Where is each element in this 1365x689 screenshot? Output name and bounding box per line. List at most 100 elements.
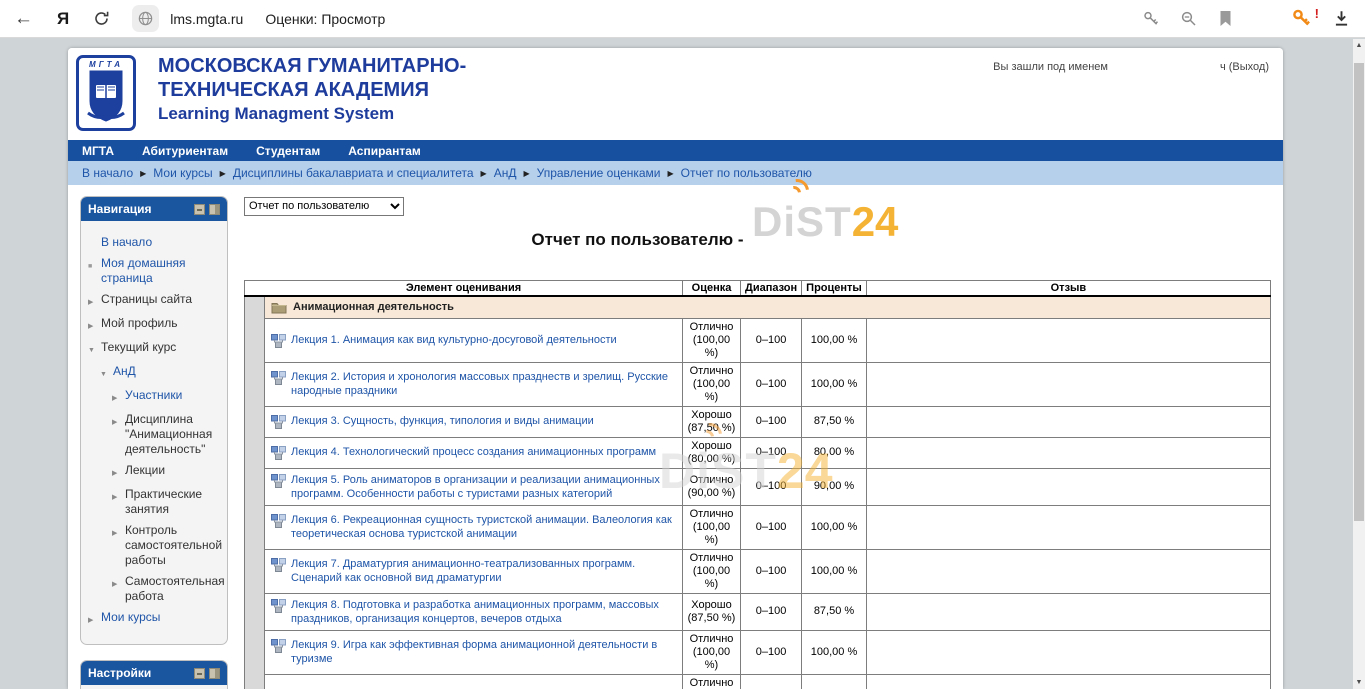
grade-item-link[interactable]: Лекция 8. Подготовка и разработка анимац… bbox=[291, 598, 676, 626]
scroll-up-arrow-icon[interactable]: ▲ bbox=[1353, 39, 1365, 52]
navbar-item[interactable]: Абитуриентам bbox=[142, 144, 228, 158]
feedback-cell bbox=[866, 549, 1270, 593]
password-alert-extension-icon[interactable]: ! bbox=[1291, 8, 1312, 29]
chevron-right-icon[interactable]: ▶ bbox=[88, 610, 101, 628]
chevron-down-icon[interactable]: ▼ bbox=[88, 340, 101, 358]
grade-item-link[interactable]: Лекция 5. Роль аниматоров в организации … bbox=[291, 473, 676, 501]
chevron-right-icon[interactable]: ▶ bbox=[88, 292, 101, 310]
navigation-block: Навигация В начало■Моя домашняя страница… bbox=[80, 196, 228, 645]
chevron-right-icon[interactable]: ▶ bbox=[88, 316, 101, 334]
grade-item-link[interactable]: Лекция 2. История и хронология массовых … bbox=[291, 370, 676, 398]
chevron-right-icon[interactable]: ▶ bbox=[112, 463, 125, 481]
breadcrumb-item[interactable]: АнД bbox=[494, 166, 517, 180]
breadcrumb-item[interactable]: Дисциплины бакалавриата и специалитета bbox=[233, 166, 474, 180]
chevron-right-icon[interactable]: ▶ bbox=[112, 412, 125, 457]
breadcrumb: В начало▶Мои курсы▶Дисциплины бакалавриа… bbox=[68, 161, 1283, 185]
sidebar-item[interactable]: ▶Самостоятельная работа bbox=[112, 574, 223, 604]
breadcrumb-item[interactable]: Отчет по пользователю bbox=[681, 166, 812, 180]
sidebar-item[interactable]: ▶Практические занятия bbox=[112, 487, 223, 517]
block-collapse-icon[interactable] bbox=[194, 204, 205, 215]
grade-cell: Отлично(90,00 %) bbox=[683, 468, 741, 505]
grade-item-link[interactable]: Лекция 7. Драматургия анимационно-театра… bbox=[291, 557, 676, 585]
grade-item-row: Лекция 3. Сущность, функция, типология и… bbox=[245, 406, 1271, 437]
site-header: МГТА МОСКОВСКАЯ ГУМАНИТАРНО- ТЕХНИЧЕСКАЯ… bbox=[68, 48, 1283, 140]
vertical-scrollbar[interactable]: ▲ ▼ bbox=[1353, 39, 1365, 689]
percent-cell: 87,50 % bbox=[802, 593, 867, 630]
sidebar-item-label[interactable]: В начало bbox=[101, 235, 152, 250]
sidebar-item[interactable]: ▶Дисциплина "Анимационная деятельность" bbox=[112, 412, 223, 457]
sidebar-item[interactable]: ▶Мой профиль bbox=[88, 316, 223, 334]
chevron-right-icon[interactable]: ▶ bbox=[112, 574, 125, 604]
grade-item-link[interactable]: Лекция 1. Анимация как вид культурно-дос… bbox=[291, 333, 617, 347]
sidebar-item-label[interactable]: АнД bbox=[113, 364, 136, 382]
navbar-item[interactable]: Аспирантам bbox=[348, 144, 421, 158]
downloads-icon[interactable] bbox=[1332, 9, 1351, 28]
refresh-icon[interactable] bbox=[93, 10, 110, 27]
block-collapse-icon[interactable] bbox=[194, 668, 205, 679]
feedback-cell bbox=[866, 437, 1270, 468]
sidebar-item[interactable]: ▶Мои курсы bbox=[88, 610, 223, 628]
sidebar-item-label[interactable]: Участники bbox=[125, 388, 182, 406]
block-dock-icon[interactable] bbox=[209, 204, 220, 215]
breadcrumb-item[interactable]: Управление оценками bbox=[537, 166, 661, 180]
password-key-icon[interactable] bbox=[1142, 10, 1160, 28]
navbar-item[interactable]: МГТА bbox=[82, 144, 114, 158]
site-globe-icon[interactable] bbox=[132, 5, 159, 32]
grade-item-link[interactable]: Лекция 9. Игра как эффективная форма ани… bbox=[291, 638, 676, 666]
breadcrumb-separator-icon: ▶ bbox=[220, 169, 226, 178]
mgta-logo[interactable]: МГТА bbox=[76, 55, 136, 131]
academy-name-line2: ТЕХНИЧЕСКАЯ АКАДЕМИЯ bbox=[158, 78, 466, 102]
feedback-cell bbox=[866, 406, 1270, 437]
zoom-search-icon[interactable] bbox=[1180, 10, 1198, 28]
url-text[interactable]: lms.mgta.ru bbox=[170, 11, 243, 27]
lesson-icon bbox=[271, 445, 286, 460]
grade-cell: Отлично(100,00 %) bbox=[683, 505, 741, 549]
grade-item-link[interactable]: Лекция 6. Рекреационная сущность туристс… bbox=[291, 513, 676, 541]
chevron-right-icon[interactable]: ▶ bbox=[112, 388, 125, 406]
breadcrumb-item[interactable]: Мои курсы bbox=[153, 166, 212, 180]
grade-item-link[interactable]: Лекция 3. Сущность, функция, типология и… bbox=[291, 414, 594, 428]
tab-title: Оценки: Просмотр bbox=[265, 11, 385, 27]
percent-cell: 90,00 % bbox=[802, 468, 867, 505]
site-content: МГТА МОСКОВСКАЯ ГУМАНИТАРНО- ТЕХНИЧЕСКАЯ… bbox=[68, 48, 1283, 689]
block-dock-icon[interactable] bbox=[209, 668, 220, 679]
navbar-item[interactable]: Студентам bbox=[256, 144, 320, 158]
sidebar-item[interactable]: В начало bbox=[88, 235, 223, 250]
browser-toolbar: ← Я lms.mgta.ru Оценки: Просмотр ! bbox=[0, 0, 1365, 38]
chevron-right-icon[interactable]: ▶ bbox=[112, 487, 125, 517]
sidebar-item[interactable]: ▶Контроль самостоятельной работы bbox=[112, 523, 223, 568]
grade-item-row: Лекция 8. Подготовка и разработка анимац… bbox=[245, 593, 1271, 630]
sidebar-item[interactable]: ▶Страницы сайта bbox=[88, 292, 223, 310]
logout-link[interactable]: ч (Выход) bbox=[1220, 61, 1269, 73]
sidebar-item-label: Дисциплина "Анимационная деятельность" bbox=[125, 412, 223, 457]
yandex-browser-icon[interactable]: Я bbox=[57, 9, 69, 29]
sidebar-item[interactable]: ▶Лекции bbox=[112, 463, 223, 481]
grade-cell: Отлично(100,00 %) bbox=[683, 318, 741, 362]
feedback-cell bbox=[866, 505, 1270, 549]
grade-item-link[interactable]: Лекция 4. Технологический процесс создан… bbox=[291, 445, 656, 459]
bookmark-icon[interactable] bbox=[1218, 10, 1233, 27]
scrollbar-thumb[interactable] bbox=[1354, 63, 1364, 521]
sidebar-item-label[interactable]: Моя домашняя страница bbox=[101, 256, 223, 286]
chevron-right-icon[interactable]: ▶ bbox=[112, 523, 125, 568]
sidebar-item[interactable]: ▼АнД bbox=[100, 364, 223, 382]
sidebar-item-label: Лекции bbox=[125, 463, 165, 481]
percent-cell: 100,00 % bbox=[802, 505, 867, 549]
percent-cell: 100,00 % bbox=[802, 549, 867, 593]
sidebar-item[interactable]: ▶Участники bbox=[112, 388, 223, 406]
scroll-down-arrow-icon[interactable]: ▼ bbox=[1353, 676, 1365, 689]
sidebar-item[interactable]: ■Моя домашняя страница bbox=[88, 256, 223, 286]
breadcrumb-item[interactable]: В начало bbox=[82, 166, 133, 180]
back-icon[interactable]: ← bbox=[14, 9, 33, 28]
range-cell: 0–100 bbox=[741, 593, 802, 630]
sidebar-item[interactable]: ▼Текущий курс bbox=[88, 340, 223, 358]
grade-cell: Отлично(100,00 %) bbox=[683, 549, 741, 593]
main-navbar: МГТА Абитуриентам Студентам Аспирантам bbox=[68, 140, 1283, 161]
grade-item-row: Итоговое тестирование Отлично(100,00 %) … bbox=[245, 674, 1271, 689]
chevron-down-icon[interactable]: ▼ bbox=[100, 364, 113, 382]
grade-cell: Отлично(100,00 %) bbox=[683, 630, 741, 674]
report-type-select[interactable]: Отчет по пользователю bbox=[244, 197, 404, 216]
sidebar-item-label[interactable]: Мои курсы bbox=[101, 610, 160, 628]
lesson-icon bbox=[271, 370, 286, 385]
percent-cell: 100,00 % bbox=[802, 674, 867, 689]
